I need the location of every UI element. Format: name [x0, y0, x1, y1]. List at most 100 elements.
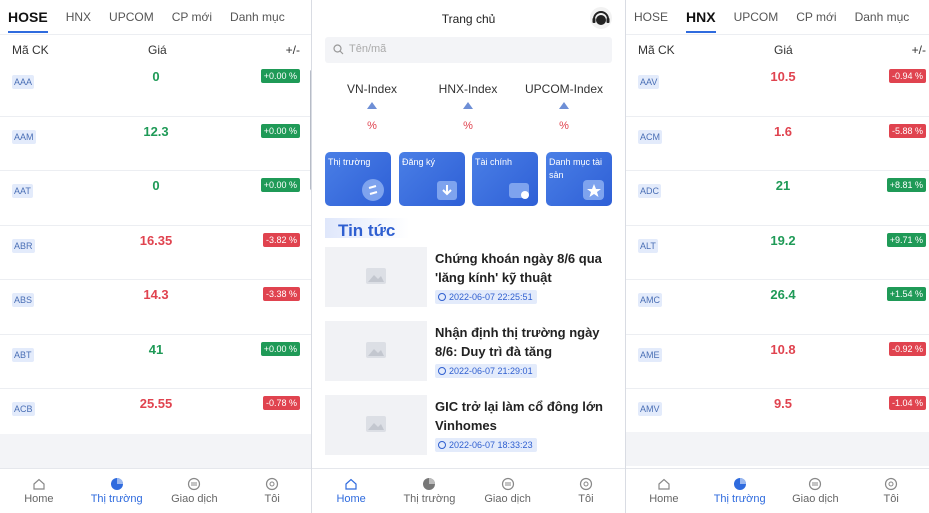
nav-market[interactable]: Thị trường: [702, 469, 778, 513]
nav-label: Thị trường: [713, 493, 766, 505]
table-row[interactable]: ADC 21 +8.81 %: [626, 171, 929, 226]
exchange-icon: [362, 179, 384, 201]
stock-code: AMV: [638, 402, 662, 416]
table-row[interactable]: AAT 0 +0.00 %: [0, 171, 311, 226]
up-arrow-icon: [463, 102, 473, 109]
nav-trade[interactable]: Giao dịch: [469, 469, 547, 513]
nav-trade[interactable]: Giao dịch: [156, 469, 234, 513]
table-row[interactable]: AAM 12.3 +0.00 %: [0, 117, 311, 171]
tab-upcom[interactable]: UPCOM: [109, 10, 154, 24]
nav-trade[interactable]: Giao dịch: [778, 469, 854, 513]
header-change: +/-: [911, 43, 926, 57]
nav-market[interactable]: Thị trường: [390, 469, 468, 513]
nav-label: Home: [336, 493, 366, 505]
stock-code: ABS: [12, 293, 35, 307]
news-thumbnail: [325, 247, 427, 307]
stock-code: ALT: [638, 238, 658, 253]
exchange-icon: [188, 477, 201, 491]
change-badge: +0.00 %: [260, 123, 300, 138]
page-title: Trang chủ: [441, 12, 496, 26]
search-icon: [333, 44, 344, 55]
stock-price: 16.35: [139, 232, 173, 248]
nav-label: Tôi: [883, 493, 899, 505]
nav-home[interactable]: Home: [0, 469, 78, 513]
market-tabs: HOSE HNX UPCOM CP mới Danh mục: [626, 0, 929, 34]
nav-me[interactable]: Tôi: [853, 469, 929, 513]
home-icon: [345, 478, 357, 490]
table-row[interactable]: AAV 10.5 -0.94 %: [626, 62, 929, 117]
news-title: Nhận định thị trường ngày 8/6: Duy trì đ…: [435, 325, 600, 359]
change-badge: +0.00 %: [260, 178, 300, 192]
table-row[interactable]: AAA 0 +0.00 %: [0, 62, 311, 117]
nav-me[interactable]: Tôi: [547, 469, 625, 513]
wallet-icon: [509, 183, 529, 199]
index-name[interactable]: UPCOM-Index: [516, 82, 612, 96]
star-icon: [583, 180, 604, 200]
table-row[interactable]: AMC 26.4 +1.54 %: [626, 280, 929, 335]
stock-code: ACB: [12, 402, 35, 416]
news-item[interactable]: Nhận định thị trường ngày 8/6: Duy trì đ…: [325, 321, 615, 381]
tab-hnx[interactable]: HNX: [66, 10, 91, 24]
search-input[interactable]: Tên/mã: [325, 37, 612, 63]
table-row[interactable]: ABT 41 +0.00 %: [0, 335, 311, 389]
news-heading: Tin tức: [338, 221, 396, 240]
change-badge: +1.54 %: [886, 287, 926, 301]
header-price: Giá: [148, 43, 167, 57]
stock-price: 26.4: [770, 287, 796, 302]
table-header: Mã CK Giá +/-: [626, 40, 929, 60]
change-badge: +8.81 %: [886, 178, 926, 192]
card-finance[interactable]: Tài chính: [472, 152, 538, 206]
change-badge: -0.94 %: [888, 69, 926, 83]
nav-me[interactable]: Tôi: [233, 469, 311, 513]
tab-hnx[interactable]: HNX: [686, 9, 716, 33]
news-item[interactable]: Chứng khoán ngày 8/6 qua 'lăng kính' kỹ …: [325, 247, 615, 307]
user-icon: [885, 477, 898, 491]
table-row[interactable]: ACM 1.6 -5.88 %: [626, 117, 929, 171]
bottom-nav: Home Thị trường Giao dịch Tôi: [0, 468, 311, 513]
tab-danh-muc[interactable]: Danh mục: [855, 10, 910, 24]
tab-hose[interactable]: HOSE: [8, 9, 48, 33]
clock-icon: [438, 293, 446, 301]
nav-label: Thị trường: [90, 493, 143, 505]
card-label: Tài chính: [475, 157, 513, 167]
table-row[interactable]: ALT 19.2 +9.71 %: [626, 226, 929, 280]
nav-home[interactable]: Home: [312, 469, 390, 513]
tab-danh-muc[interactable]: Danh mục: [230, 10, 285, 24]
nav-home[interactable]: Home: [626, 469, 702, 513]
nav-market[interactable]: Thị trường: [78, 469, 156, 513]
table-row[interactable]: ABS 14.3 -3.38 %: [0, 280, 311, 335]
stock-price: 9.5: [773, 396, 793, 411]
bottom-nav: Home Thị trường Giao dịch Tôi: [312, 468, 625, 513]
tab-upcom[interactable]: UPCOM: [734, 10, 779, 24]
news-title: GIC trở lại làm cổ đông lớn Vinhomes: [435, 399, 603, 433]
table-row[interactable]: ABR 16.35 -3.82 %: [0, 226, 311, 280]
home-screen: Trang chủ Tên/mã VN-Index HNX-Index UPCO…: [312, 0, 625, 513]
index-pct: %: [559, 120, 569, 132]
market-tabs: HOSE HNX UPCOM CP mới Danh mục: [0, 0, 311, 34]
change-badge: +0.00 %: [260, 341, 300, 356]
card-portfolio[interactable]: Danh mục tài sản: [546, 152, 612, 206]
card-market[interactable]: Thị trường: [325, 152, 391, 206]
table-row[interactable]: AME 10.8 -0.92 %: [626, 335, 929, 389]
nav-label: Thị trường: [403, 493, 456, 505]
index-name[interactable]: HNX-Index: [420, 82, 516, 96]
index-name[interactable]: VN-Index: [324, 82, 420, 96]
stock-code: AAA: [12, 75, 35, 89]
stock-price: 19.2: [770, 232, 796, 248]
nav-label: Giao dịch: [171, 493, 218, 505]
news-thumbnail: [325, 321, 427, 381]
home-icon: [658, 478, 670, 490]
news-item[interactable]: GIC trở lại làm cổ đông lớn Vinhomes 202…: [325, 395, 615, 455]
tab-cp-moi[interactable]: CP mới: [796, 10, 836, 24]
headset-icon[interactable]: [589, 6, 613, 30]
download-icon: [437, 181, 457, 200]
stock-code: AAV: [638, 75, 660, 89]
tab-hose[interactable]: HOSE: [634, 10, 668, 24]
card-register[interactable]: Đăng ký: [399, 152, 465, 206]
stock-code: AME: [638, 347, 662, 362]
stock-code: AAM: [12, 129, 36, 144]
user-icon: [579, 477, 592, 491]
nav-label: Giao dịch: [484, 493, 531, 505]
search-placeholder: Tên/mã: [349, 43, 387, 55]
tab-cp-moi[interactable]: CP mới: [172, 10, 212, 24]
